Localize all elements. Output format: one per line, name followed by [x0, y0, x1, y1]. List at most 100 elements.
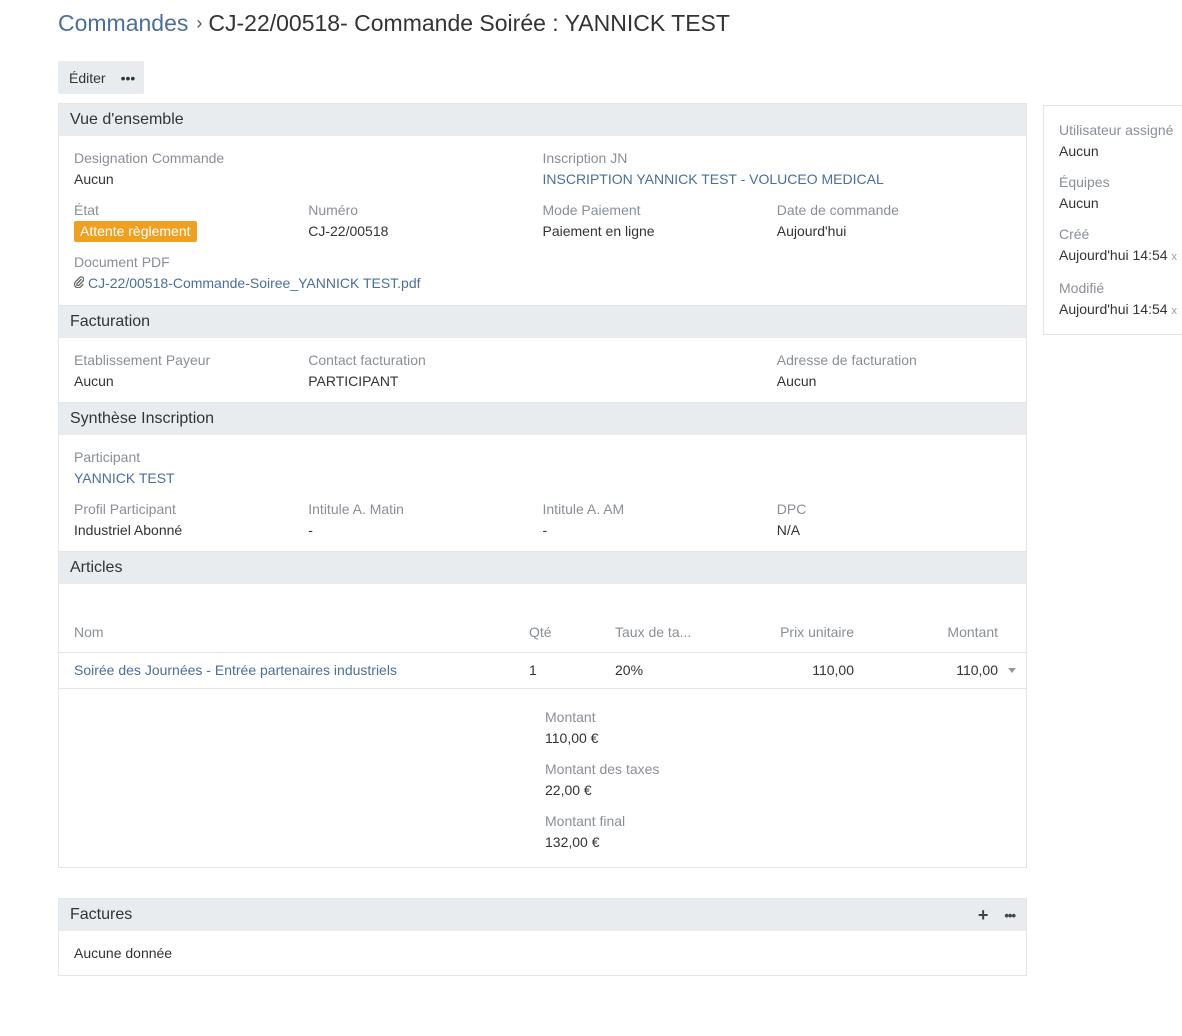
overview-panel: Vue d'ensemble Designation Commande Aucu… [58, 103, 1027, 306]
total-final-value: 132,00 € [545, 833, 600, 850]
field-assigned-user: Utilisateur assigné Aucun [1059, 120, 1182, 162]
teams-value: Aucun [1059, 195, 1099, 211]
am-label: Intitule A. AM [542, 501, 625, 517]
date-commande-value: Aujourd'hui [776, 223, 847, 239]
assigned-user-value: Aucun [1059, 143, 1099, 159]
field-date-commande: Date de commande Aujourd'hui [777, 200, 1011, 242]
field-etablissement-payeur: Etablissement Payeur Aucun [74, 350, 308, 392]
payer-label: Etablissement Payeur [74, 352, 211, 368]
dpc-label: DPC [776, 501, 807, 517]
summary-panel: Synthèse Inscription Participant YANNICK… [58, 403, 1027, 552]
overview-panel-body: Designation Commande Aucun Inscription J… [59, 136, 1026, 305]
main-content: Vue d'ensemble Designation Commande Aucu… [58, 103, 1027, 868]
article-amount-cell: 110,00 [854, 652, 1026, 689]
modified-suffix: x [1171, 305, 1177, 317]
field-numero: Numéro CJ-22/00518 [308, 200, 542, 242]
modified-value: Aujourd'hui 14:54 [1059, 301, 1168, 317]
action-toolbar: Éditer ••• [58, 61, 145, 94]
field-modified: Modifié Aujourd'hui 14:54 x [1059, 278, 1182, 322]
total-amount: Montant 110,00 € [545, 707, 1026, 749]
breadcrumb-separator: › [196, 13, 203, 33]
column-header-tax: Taux de ta... [614, 612, 734, 653]
invoices-panel-header: Factures + ••• [59, 899, 1026, 931]
field-document-pdf: Document PDF CJ-22/00518-Commande-Soiree… [73, 252, 674, 295]
created-label: Créé [1059, 226, 1090, 242]
field-etat: État Attente règlement [74, 200, 308, 242]
field-inscription: Inscription JN INSCRIPTION YANNICK TEST … [543, 148, 1012, 190]
articles-panel-header: Articles [59, 552, 1026, 584]
field-teams: Équipes Aucun [1059, 172, 1182, 214]
billing-panel-body: Etablissement Payeur Aucun Contact factu… [59, 338, 1026, 402]
field-mode-paiement: Mode Paiement Paiement en ligne [543, 200, 777, 242]
profil-label: Profil Participant [74, 501, 176, 517]
matin-value: - [308, 522, 313, 538]
summary-panel-header: Synthèse Inscription [59, 403, 1026, 435]
total-tax: Montant des taxes 22,00 € [545, 759, 1026, 801]
edit-button[interactable]: Éditer [58, 61, 117, 94]
field-dpc: DPC N/A [777, 499, 1011, 541]
article-amount: 110,00 [956, 662, 998, 678]
column-header-amount: Montant [854, 612, 1026, 653]
invoices-empty-text: Aucune donnée [74, 945, 173, 961]
address-value: Aucun [776, 373, 817, 389]
articles-table: Nom Qté Taux de ta... Prix unitaire Mont… [59, 612, 1026, 689]
field-participant: Participant YANNICK TEST [74, 447, 550, 489]
inscription-link[interactable]: INSCRIPTION YANNICK TEST - VOLUCEO MEDIC… [543, 171, 884, 187]
plus-icon[interactable]: + [978, 906, 989, 924]
caret-down-icon[interactable] [1008, 668, 1016, 673]
article-qty: 1 [528, 652, 614, 689]
document-pdf-label: Document PDF [74, 254, 170, 270]
page-title: CJ-22/00518- Commande Soirée : YANNICK T… [208, 10, 730, 36]
dpc-value: N/A [776, 522, 801, 538]
total-final: Montant final 132,00 € [545, 811, 1026, 853]
articles-panel-body: Nom Qté Taux de ta... Prix unitaire Mont… [59, 612, 1026, 867]
breadcrumb-parent-link[interactable]: Commandes [58, 10, 188, 36]
overview-panel-title: Vue d'ensemble [70, 111, 184, 128]
table-row: Soirée des Journées - Entrée partenaires… [59, 652, 1026, 689]
field-profil-participant: Profil Participant Industriel Abonné [74, 499, 308, 541]
summary-panel-title: Synthèse Inscription [70, 410, 215, 427]
participant-link[interactable]: YANNICK TEST [74, 470, 175, 486]
field-intitule-matin: Intitule A. Matin - [308, 499, 542, 541]
date-commande-label: Date de commande [776, 202, 899, 218]
document-pdf-link[interactable]: CJ-22/00518-Commande-Soiree_YANNICK TEST… [88, 275, 421, 291]
assigned-user-label: Utilisateur assigné [1059, 122, 1174, 138]
am-value: - [542, 522, 548, 538]
status-badge: Attente règlement [74, 221, 197, 242]
mode-paiement-value: Paiement en ligne [542, 223, 655, 239]
billing-panel: Facturation Etablissement Payeur Aucun C… [58, 306, 1027, 403]
summary-panel-body: Participant YANNICK TEST Profil Particip… [59, 435, 1026, 551]
more-actions-button[interactable]: ••• [117, 61, 145, 94]
article-name-link[interactable]: Soirée des Journées - Entrée partenaires… [74, 662, 397, 678]
article-unit-price: 110,00 [734, 652, 854, 689]
created-suffix: x [1171, 251, 1177, 263]
article-tax: 20% [614, 652, 734, 689]
field-intitule-am: Intitule A. AM - [543, 499, 777, 541]
created-value: Aujourd'hui 14:54 [1059, 247, 1168, 263]
mode-paiement-label: Mode Paiement [542, 202, 641, 218]
field-adresse-facturation: Adresse de facturation Aucun [777, 350, 1011, 392]
totals-block: Montant 110,00 € Montant des taxes 22,00… [59, 689, 1026, 867]
paperclip-icon [73, 274, 86, 295]
matin-label: Intitule A. Matin [308, 501, 404, 517]
breadcrumb: Commandes › CJ-22/00518- Commande Soirée :… [58, 8, 730, 40]
ellipsis-icon[interactable]: ••• [1004, 908, 1016, 923]
address-label: Adresse de facturation [776, 352, 917, 368]
inscription-label: Inscription JN [542, 150, 628, 166]
column-header-unit-price: Prix unitaire [734, 612, 854, 653]
designation-value: Aucun [74, 171, 114, 187]
overview-panel-header: Vue d'ensemble [59, 104, 1026, 136]
profil-value: Industriel Abonné [74, 522, 183, 538]
total-amount-value: 110,00 € [545, 729, 599, 746]
articles-panel-title: Articles [70, 559, 123, 576]
numero-value: CJ-22/00518 [308, 223, 389, 239]
field-created: Créé Aujourd'hui 14:54 x [1059, 224, 1182, 268]
field-designation: Designation Commande Aucun [74, 148, 543, 190]
teams-label: Équipes [1059, 174, 1110, 190]
total-tax-value: 22,00 € [545, 781, 592, 798]
modified-label: Modifié [1059, 280, 1105, 296]
billing-panel-title: Facturation [70, 313, 151, 330]
numero-label: Numéro [308, 202, 359, 218]
total-final-label: Montant final [545, 812, 626, 829]
contact-value: PARTICIPANT [308, 373, 399, 389]
